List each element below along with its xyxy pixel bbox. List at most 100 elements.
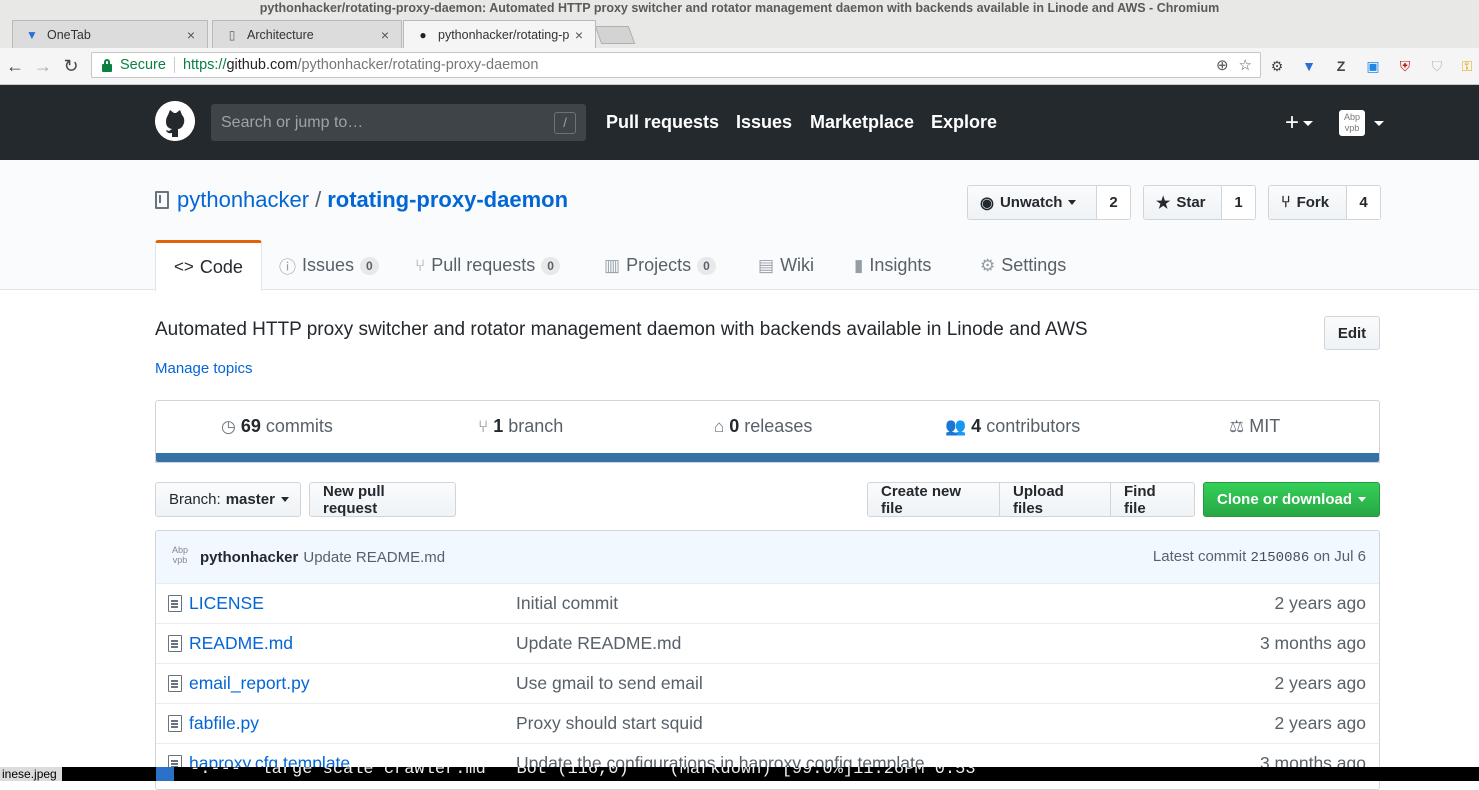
issue-icon: ⓘ bbox=[279, 258, 296, 277]
address-bar[interactable]: Secure https://github.com/pythonhacker/r… bbox=[91, 52, 1261, 78]
close-icon[interactable]: × bbox=[377, 27, 393, 43]
file-name-link[interactable]: fabfile.py bbox=[189, 713, 516, 734]
tab-label: Issues bbox=[302, 255, 355, 275]
tab-code[interactable]: <> Code bbox=[155, 240, 262, 291]
extension-onetab-icon[interactable]: ▼ bbox=[1300, 57, 1318, 75]
chevron-down-icon[interactable] bbox=[1374, 121, 1384, 126]
file-name-link[interactable]: README.md bbox=[189, 633, 516, 654]
extension-zotero-icon[interactable]: Z bbox=[1332, 57, 1350, 75]
forward-icon[interactable]: → bbox=[32, 56, 54, 78]
latest-commit-info: Latest commit 2150086 on Jul 6 bbox=[1153, 548, 1366, 566]
tag-icon: ⌂ bbox=[714, 416, 725, 436]
eye-icon: ◉ bbox=[980, 194, 994, 212]
language-bar[interactable] bbox=[156, 453, 1379, 462]
tab-issues[interactable]: ⓘ Issues 0 bbox=[261, 240, 397, 291]
license-link[interactable]: ⚖ MIT bbox=[1229, 416, 1280, 437]
reload-icon[interactable]: ↻ bbox=[60, 56, 82, 78]
file-name-link[interactable]: LICENSE bbox=[189, 593, 516, 614]
chevron-down-icon bbox=[1358, 497, 1366, 502]
tab-label: Pull requests bbox=[431, 255, 536, 275]
project-icon: ▥ bbox=[604, 255, 621, 275]
extension-shield-icon[interactable]: ⛉ bbox=[1428, 57, 1446, 75]
avatar[interactable]: Abp vpb bbox=[168, 545, 192, 569]
extension-lock-icon[interactable]: ⚿ bbox=[1458, 57, 1476, 75]
find-file-button[interactable]: Find file bbox=[1110, 482, 1195, 517]
commits-link[interactable]: ◷ 69 commits bbox=[221, 416, 333, 437]
file-commit-message[interactable]: Update README.md bbox=[516, 633, 1260, 654]
repo-name-link[interactable]: rotating-proxy-daemon bbox=[327, 187, 568, 213]
divider bbox=[173, 57, 175, 73]
manage-topics-link[interactable]: Manage topics bbox=[155, 360, 253, 377]
extension-window-icon[interactable]: ▣ bbox=[1364, 57, 1382, 75]
stargazers-count[interactable]: 1 bbox=[1222, 186, 1255, 219]
commit-message-link[interactable]: Update README.md bbox=[303, 549, 445, 566]
tab-settings[interactable]: ⚙ Settings bbox=[962, 240, 1084, 291]
file-commit-message[interactable]: Initial commit bbox=[516, 593, 1275, 614]
watchers-count[interactable]: 2 bbox=[1097, 186, 1130, 219]
fork-icon: ⑂ bbox=[1281, 193, 1291, 211]
issues-counter: 0 bbox=[360, 256, 379, 275]
file-commit-message[interactable]: Proxy should start squid bbox=[516, 713, 1275, 734]
nav-pull-requests[interactable]: Pull requests bbox=[606, 112, 719, 133]
nav-issues[interactable]: Issues bbox=[736, 112, 792, 133]
tab-wiki[interactable]: ▤ Wiki bbox=[740, 240, 832, 291]
close-icon[interactable]: × bbox=[183, 27, 199, 43]
zoom-icon[interactable]: ⊕ bbox=[1216, 56, 1229, 74]
extension-ublock-icon[interactable]: ⛨ bbox=[1396, 57, 1414, 75]
tab-projects[interactable]: ▥ Projects 0 bbox=[586, 240, 734, 291]
url-path: /pythonhacker/rotating-proxy-daemon bbox=[297, 57, 539, 73]
commits-count: 69 bbox=[240, 416, 261, 436]
repo-owner-link[interactable]: pythonhacker bbox=[177, 187, 309, 213]
bookmark-star-icon[interactable]: ☆ bbox=[1239, 56, 1252, 74]
slash-key-hint: / bbox=[554, 111, 576, 134]
avatar[interactable]: Abp vpb bbox=[1339, 110, 1365, 136]
commit-sha-link[interactable]: 2150086 bbox=[1250, 550, 1309, 566]
branch-icon: ⑂ bbox=[478, 416, 489, 436]
nav-marketplace[interactable]: Marketplace bbox=[810, 112, 914, 133]
search-input[interactable]: Search or jump to… / bbox=[211, 104, 586, 141]
commit-author-link[interactable]: pythonhacker bbox=[200, 549, 298, 566]
browser-tab-onetab[interactable]: ▼ OneTab × bbox=[12, 20, 208, 48]
forks-count[interactable]: 4 bbox=[1347, 186, 1380, 219]
new-pull-request-button[interactable]: New pull request bbox=[309, 482, 456, 517]
commits-label: commits bbox=[265, 416, 333, 436]
watch-group: ◉ Unwatch 2 bbox=[967, 185, 1131, 220]
releases-link[interactable]: ⌂ 0 releases bbox=[714, 416, 812, 437]
browser-tab-github[interactable]: ● pythonhacker/rotating-p × bbox=[403, 20, 596, 48]
file-age: 3 months ago bbox=[1259, 633, 1366, 653]
star-button[interactable]: ★ Star bbox=[1144, 186, 1222, 219]
contributors-link[interactable]: 👥 4 contributors bbox=[945, 416, 1080, 437]
close-icon[interactable]: × bbox=[571, 27, 587, 43]
tab-label: pythonhacker/rotating-p bbox=[438, 27, 570, 42]
fork-label: Fork bbox=[1296, 194, 1330, 211]
branch-select-button[interactable]: Branch: master bbox=[155, 482, 301, 517]
create-new-button[interactable]: + bbox=[1285, 111, 1314, 135]
nav-explore[interactable]: Explore bbox=[931, 112, 997, 133]
file-commit-message[interactable]: Use gmail to send email bbox=[516, 673, 1275, 694]
tab-insights[interactable]: ▮ Insights bbox=[836, 240, 949, 291]
browser-tab-architecture[interactable]: ▯ Architecture × bbox=[212, 20, 402, 48]
projects-counter: 0 bbox=[697, 256, 716, 275]
upload-files-button[interactable]: Upload files bbox=[999, 482, 1111, 517]
clone-or-download-button[interactable]: Clone or download bbox=[1203, 482, 1380, 517]
branch-prefix: Branch: bbox=[169, 491, 221, 508]
tab-label: Settings bbox=[1001, 255, 1067, 275]
unwatch-button[interactable]: ◉ Unwatch bbox=[968, 186, 1097, 219]
secure-label: Secure bbox=[120, 57, 166, 73]
taskbar-item[interactable]: inese.jpeg bbox=[0, 767, 62, 781]
branches-link[interactable]: ⑂ 1 branch bbox=[478, 416, 563, 437]
back-icon[interactable]: ← bbox=[4, 56, 26, 78]
code-icon: <> bbox=[174, 257, 194, 276]
releases-count: 0 bbox=[729, 416, 740, 436]
tab-pull-requests[interactable]: ⑂ Pull requests 0 bbox=[397, 240, 578, 291]
create-new-file-button[interactable]: Create new file bbox=[867, 482, 1000, 517]
fork-button[interactable]: ⑂ Fork bbox=[1269, 186, 1347, 219]
tab-strip: ▼ OneTab × ▯ Architecture × ● pythonhack… bbox=[0, 18, 1479, 48]
new-tab-button[interactable] bbox=[594, 26, 636, 44]
edit-button[interactable]: Edit bbox=[1324, 316, 1380, 350]
github-logo-icon[interactable] bbox=[155, 101, 195, 141]
branch-count: 1 bbox=[493, 416, 504, 436]
extension-gear-icon[interactable]: ⚙ bbox=[1268, 57, 1286, 75]
file-table: Abp vpb pythonhacker Update README.md La… bbox=[155, 530, 1380, 790]
file-name-link[interactable]: email_report.py bbox=[189, 673, 516, 694]
